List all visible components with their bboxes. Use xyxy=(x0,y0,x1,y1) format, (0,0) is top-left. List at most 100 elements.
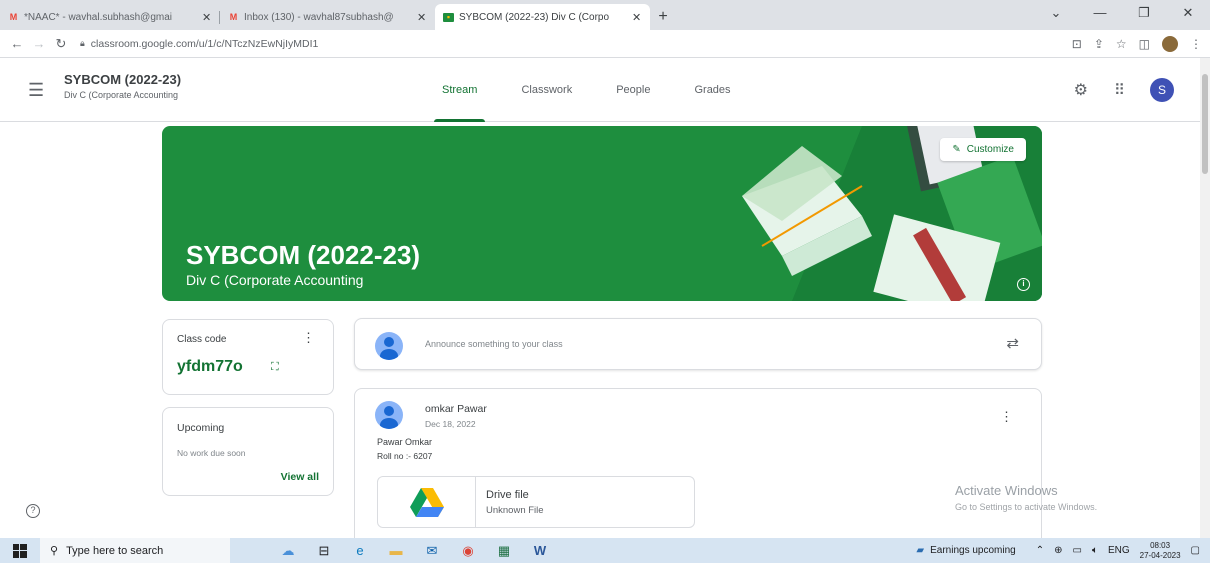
post-text-line: Roll no :- 6207 xyxy=(377,451,433,461)
clock-date: 27-04-2023 xyxy=(1139,550,1181,560)
task-view-icon[interactable]: ⊟ xyxy=(314,543,334,559)
browser-tab-strip: M *NAAC* - wavhal.subhash@gmai ✕ M Inbox… xyxy=(0,0,1210,30)
word-icon[interactable]: W xyxy=(530,543,550,558)
browser-tab-classroom[interactable]: ▪ SYBCOM (2022-23) Div C (Corpo ✕ xyxy=(435,4,650,30)
toolbar-actions: ⊡ ⇪ ☆ ◫ ⋮ xyxy=(1072,30,1202,58)
page-scrollbar[interactable] xyxy=(1200,58,1210,538)
info-icon[interactable]: i xyxy=(1017,278,1030,291)
drive-attachment[interactable]: Drive file Unknown File xyxy=(377,476,695,528)
file-explorer-icon[interactable]: ▬ xyxy=(386,543,406,558)
notifications-icon[interactable]: ▢ xyxy=(1191,545,1200,556)
tab-title: SYBCOM (2022-23) Div C (Corpo xyxy=(459,11,610,23)
clock[interactable]: 08:03 27-04-2023 xyxy=(1140,541,1181,561)
course-banner: SYBCOM (2022-23) Div C (Corporate Accoun… xyxy=(162,126,1042,301)
google-drive-icon xyxy=(378,477,476,527)
tab-classwork[interactable]: Classwork xyxy=(499,58,594,122)
system-tray: ▰ Earnings upcoming ⌃ ⊕ ▭ 🔈︎ ENG 08:03 2… xyxy=(916,538,1210,563)
install-app-icon[interactable]: ⊡ xyxy=(1072,37,1082,51)
upcoming-label: Upcoming xyxy=(177,422,225,434)
customize-button[interactable]: ✎ Customize xyxy=(940,138,1026,161)
banner-title: SYBCOM (2022-23) xyxy=(186,240,421,270)
profile-avatar[interactable] xyxy=(1162,36,1178,52)
stream-post: omkar Pawar Dec 18, 2022 ⋮ Pawar Omkar R… xyxy=(354,388,1042,548)
excel-icon[interactable]: ▦ xyxy=(494,543,514,559)
post-options-icon[interactable]: ⋮ xyxy=(1000,409,1013,425)
fullscreen-icon[interactable]: ⛶ xyxy=(271,361,279,374)
activate-windows-title: Activate Windows xyxy=(955,483,1058,498)
gmail-icon: M xyxy=(9,11,18,22)
browser-toolbar: ← → ↻ 🔒︎ classroom.google.com/u/1/c/NTcz… xyxy=(0,30,1210,58)
gear-icon[interactable]: ⚙ xyxy=(1074,80,1088,100)
banner-subtitle: Div C (Corporate Accounting xyxy=(186,272,364,288)
weather-widget-icon[interactable]: ☁ xyxy=(278,543,298,559)
close-tab-icon[interactable]: ✕ xyxy=(417,11,426,24)
bookmark-star-icon[interactable]: ☆ xyxy=(1116,37,1127,51)
post-author: omkar Pawar xyxy=(425,403,487,415)
apps-grid-icon[interactable]: ⠿ xyxy=(1114,81,1125,99)
news-widget[interactable]: ▰ Earnings upcoming xyxy=(916,545,1015,556)
reload-icon[interactable]: ↻ xyxy=(50,36,72,52)
clock-time: 08:03 xyxy=(1150,540,1171,550)
browser-tab-gmail-naac[interactable]: M *NAAC* - wavhal.subhash@gmai ✕ xyxy=(0,4,220,30)
edge-icon[interactable]: e xyxy=(350,543,370,558)
back-icon[interactable]: ← xyxy=(6,36,28,51)
battery-icon[interactable]: ▭ xyxy=(1073,545,1082,556)
new-tab-button[interactable]: + xyxy=(650,4,676,30)
tab-stream[interactable]: Stream xyxy=(420,58,499,122)
url-text: classroom.google.com/u/1/c/NTczNzEwNjIyM… xyxy=(90,37,319,50)
chevron-up-icon[interactable]: ⌃ xyxy=(1036,545,1044,556)
view-all-link[interactable]: View all xyxy=(281,471,319,483)
upcoming-empty-text: No work due soon xyxy=(177,448,246,458)
pencil-icon: ✎ xyxy=(952,144,961,155)
lock-icon: 🔒︎ xyxy=(80,38,85,48)
class-code-value: yfdm77o xyxy=(177,358,243,375)
mail-icon[interactable]: ✉ xyxy=(422,543,442,559)
taskbar-search[interactable]: ⚲ Type here to search xyxy=(40,538,230,563)
tab-people[interactable]: People xyxy=(594,58,672,122)
side-panel-icon[interactable]: ◫ xyxy=(1139,37,1150,51)
announce-placeholder: Announce something to your class xyxy=(425,339,563,349)
stocks-icon: ▰ xyxy=(916,545,925,556)
scrollbar-thumb[interactable] xyxy=(1202,74,1208,174)
taskbar-search-placeholder: Type here to search xyxy=(66,544,164,557)
classroom-icon: ▪ xyxy=(443,12,454,22)
search-icon: ⚲ xyxy=(50,545,59,557)
attachment-type: Unknown File xyxy=(486,505,544,516)
news-text: Earnings upcoming xyxy=(930,545,1016,556)
network-icon[interactable]: ⊕ xyxy=(1054,545,1062,556)
chrome-menu-icon[interactable]: ⋮ xyxy=(1190,37,1202,51)
language-indicator[interactable]: ENG xyxy=(1108,545,1130,556)
post-date: Dec 18, 2022 xyxy=(425,419,476,429)
more-options-icon[interactable]: ⋮ xyxy=(302,330,315,346)
volume-icon[interactable]: 🔈︎ xyxy=(1092,545,1098,556)
help-icon[interactable]: ? xyxy=(26,504,40,518)
tab-grades[interactable]: Grades xyxy=(672,58,752,122)
tab-title: *NAAC* - wavhal.subhash@gmai xyxy=(24,11,172,23)
close-tab-icon[interactable]: ✕ xyxy=(632,11,641,24)
close-tab-icon[interactable]: ✕ xyxy=(202,11,211,24)
course-subtitle: Div C (Corporate Accounting xyxy=(64,90,179,100)
account-avatar[interactable]: S xyxy=(1150,78,1174,102)
header-actions: ⚙ ⠿ S xyxy=(1074,78,1174,102)
chrome-icon[interactable]: ◉ xyxy=(458,543,478,559)
course-tabs: Stream Classwork People Grades xyxy=(420,58,753,122)
share-icon[interactable]: ⇪ xyxy=(1094,37,1104,51)
repost-icon[interactable]: ⇄ xyxy=(1006,334,1019,352)
window-controls: ⌄ — ❐ ✕ xyxy=(1034,0,1210,26)
course-title[interactable]: SYBCOM (2022-23) xyxy=(64,72,181,87)
windows-start-icon[interactable] xyxy=(0,543,40,558)
forward-icon[interactable]: → xyxy=(28,36,50,51)
main-menu-icon[interactable]: ☰ xyxy=(28,80,44,101)
tab-search-icon[interactable]: ⌄ xyxy=(1034,0,1078,26)
address-bar[interactable]: 🔒︎ classroom.google.com/u/1/c/NTczNzEwNj… xyxy=(80,38,318,50)
restore-button[interactable]: ❐ xyxy=(1122,0,1166,26)
minimize-button[interactable]: — xyxy=(1078,0,1122,26)
announce-box[interactable]: Announce something to your class ⇄ xyxy=(354,318,1042,370)
author-avatar xyxy=(375,401,403,429)
customize-label: Customize xyxy=(966,144,1014,155)
close-window-button[interactable]: ✕ xyxy=(1166,0,1210,26)
gmail-icon: M xyxy=(229,11,238,22)
tab-title: Inbox (130) - wavhal87subhash@ xyxy=(244,11,394,23)
user-avatar xyxy=(375,332,403,360)
browser-tab-gmail-inbox[interactable]: M Inbox (130) - wavhal87subhash@ ✕ xyxy=(220,4,435,30)
